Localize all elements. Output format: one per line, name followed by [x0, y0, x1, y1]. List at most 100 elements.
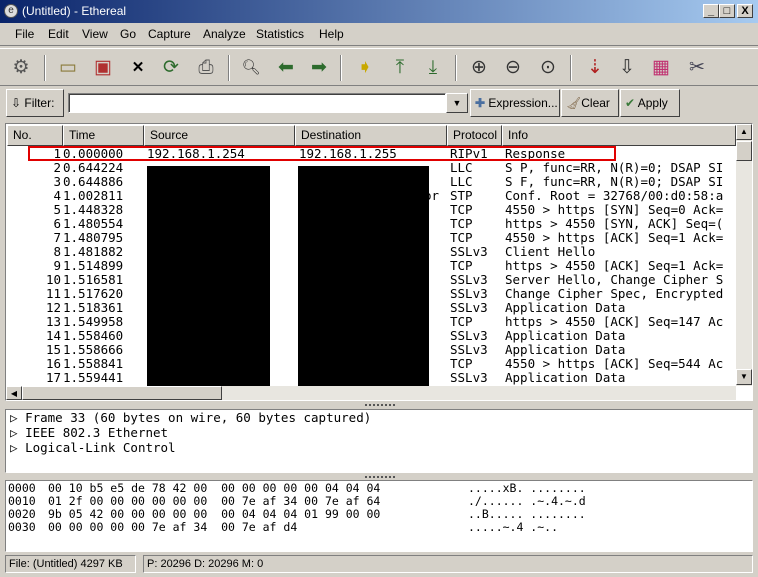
- cell-time: 1.002811: [63, 188, 124, 203]
- column-header-info[interactable]: Info: [502, 125, 736, 146]
- column-header-time[interactable]: Time: [63, 125, 144, 146]
- title-bar: e (Untitled) - Ethereal _ □ X: [0, 0, 758, 23]
- cell-time: 0.644886: [63, 174, 124, 189]
- cell-time: 1.558666: [63, 342, 124, 357]
- expression-button[interactable]: ✚ Expression...: [470, 89, 560, 117]
- zoom-in-icon[interactable]: ⊕: [466, 55, 492, 81]
- cell-time: 1.514899: [63, 258, 124, 273]
- separator: [340, 55, 342, 81]
- status-counts: P: 20296 D: 20296 M: 0: [143, 555, 753, 573]
- cell-no: 4: [53, 188, 61, 203]
- cell-time: 1.559441: [63, 370, 124, 385]
- cell-info: 4550 > https [ACK] Seq=1 Ack=: [505, 230, 724, 245]
- menu-capture[interactable]: Capture: [148, 27, 191, 41]
- scroll-up-button[interactable]: ▲: [736, 124, 752, 140]
- preferences-icon[interactable]: ✂: [684, 55, 710, 81]
- separator: [570, 55, 572, 81]
- column-header-source[interactable]: Source: [144, 125, 295, 146]
- coloring-icon[interactable]: ▦: [648, 55, 674, 81]
- tree-item-frame[interactable]: ▷ Frame 33 (60 bytes on wire, 60 bytes c…: [10, 410, 371, 425]
- menu-help[interactable]: Help: [319, 27, 344, 41]
- reload-icon[interactable]: ⟳: [158, 55, 184, 81]
- cell-info: https > 4550 [ACK] Seq=1 Ack=: [505, 258, 724, 273]
- tree-item-ethernet[interactable]: ▷ IEEE 802.3 Ethernet: [10, 425, 168, 440]
- window-title: (Untitled) - Ethereal: [22, 4, 127, 18]
- goto-icon[interactable]: ➧: [352, 55, 378, 81]
- cell-no: 11: [45, 286, 61, 301]
- tree-item-llc[interactable]: ▷ Logical-Link Control: [10, 440, 176, 455]
- column-header-destination[interactable]: Destination: [295, 125, 447, 146]
- cell-info: Application Data: [505, 328, 626, 343]
- menu-view[interactable]: View: [82, 27, 108, 41]
- interfaces-icon[interactable]: ⚙: [8, 55, 34, 81]
- close-icon[interactable]: ✕: [125, 55, 151, 81]
- menu-analyze[interactable]: Analyze: [203, 27, 246, 41]
- cell-protocol: TCP: [450, 258, 473, 273]
- print-icon[interactable]: ⎙: [193, 55, 219, 81]
- apply-button[interactable]: ✔ Apply: [620, 89, 680, 117]
- scroll-down-button[interactable]: ▼: [736, 369, 752, 385]
- status-file: File: (Untitled) 4297 KB: [5, 555, 136, 573]
- cell-no: 10: [45, 272, 61, 287]
- maximize-button[interactable]: □: [719, 4, 735, 18]
- cell-protocol: SSLv3: [450, 342, 488, 357]
- cell-no: 17: [45, 370, 61, 385]
- scroll-thumb[interactable]: [736, 141, 752, 161]
- back-icon[interactable]: ⬅: [273, 55, 299, 81]
- zoom-out-icon[interactable]: ⊖: [500, 55, 526, 81]
- menu-go[interactable]: Go: [120, 27, 136, 41]
- redacted-source: [147, 166, 270, 386]
- cell-protocol: SSLv3: [450, 300, 488, 315]
- filter-button[interactable]: ⇩ Filter:: [6, 89, 64, 117]
- cell-time: 1.448328: [63, 202, 124, 217]
- cell-info: https > 4550 [ACK] Seq=147 Ac: [505, 314, 724, 329]
- highlight-box: [28, 146, 616, 161]
- vertical-scrollbar[interactable]: ▲ ▼: [736, 124, 752, 386]
- packet-details-pane: ▷ Frame 33 (60 bytes on wire, 60 bytes c…: [5, 409, 753, 473]
- column-header-no[interactable]: No.: [7, 125, 63, 146]
- horizontal-scrollbar[interactable]: ◀: [6, 386, 736, 400]
- zoom-100-icon[interactable]: ⊙: [535, 55, 561, 81]
- menu-bar: File Edit View Go Capture Analyze Statis…: [0, 24, 758, 46]
- save-icon[interactable]: ▣: [90, 55, 116, 81]
- display-filter-icon[interactable]: ⇩: [614, 55, 640, 81]
- clear-button[interactable]: 🧹︎Clear: [561, 89, 619, 117]
- packet-bytes-pane: 0000 00 10 b5 e5 de 78 42 00 00 00 00 00 …: [5, 480, 753, 552]
- open-icon[interactable]: ▭: [55, 55, 81, 81]
- menu-file[interactable]: File: [15, 27, 34, 41]
- cell-no: 7: [53, 230, 61, 245]
- cell-time: 1.480795: [63, 230, 124, 245]
- cell-no: 2: [53, 160, 61, 175]
- filter-dropdown-button[interactable]: ▼: [446, 93, 468, 113]
- menu-edit[interactable]: Edit: [48, 27, 69, 41]
- capture-filter-icon[interactable]: ⇣: [582, 55, 608, 81]
- cell-protocol: TCP: [450, 356, 473, 371]
- cell-time: 1.516581: [63, 272, 124, 287]
- menu-statistics[interactable]: Statistics: [256, 27, 304, 41]
- cell-info: Server Hello, Change Cipher S: [505, 272, 724, 287]
- cell-no: 8: [53, 244, 61, 259]
- hscroll-thumb[interactable]: [22, 386, 222, 400]
- cell-protocol: SSLv3: [450, 328, 488, 343]
- column-header-protocol[interactable]: Protocol: [447, 125, 502, 146]
- first-icon[interactable]: ⤒: [387, 55, 413, 81]
- packet-list: No. Time Source Destination Protocol Inf…: [5, 123, 753, 401]
- broom-icon: 🧹︎: [566, 96, 582, 110]
- close-button[interactable]: X: [737, 4, 753, 18]
- cell-time: 1.481882: [63, 244, 124, 259]
- forward-icon[interactable]: ➡: [306, 55, 332, 81]
- minimize-button[interactable]: _: [703, 4, 719, 18]
- last-icon[interactable]: ⤓: [420, 55, 446, 81]
- cell-info: Application Data: [505, 342, 626, 357]
- splitter-handle[interactable]: [365, 404, 395, 408]
- hex-ascii: .....~.4 .~..: [468, 520, 559, 534]
- cell-no: 12: [45, 300, 61, 315]
- cell-info: S P, func=RR, N(R)=0; DSAP SI: [505, 160, 724, 175]
- cell-info: 4550 > https [ACK] Seq=544 Ac: [505, 356, 724, 371]
- find-icon[interactable]: 🔍︎: [238, 55, 264, 81]
- app-icon[interactable]: e: [4, 4, 18, 18]
- filter-icon: ⇩: [11, 96, 22, 110]
- filter-input[interactable]: [68, 93, 446, 113]
- redacted-destination: [298, 166, 429, 386]
- scroll-left-button[interactable]: ◀: [6, 386, 22, 400]
